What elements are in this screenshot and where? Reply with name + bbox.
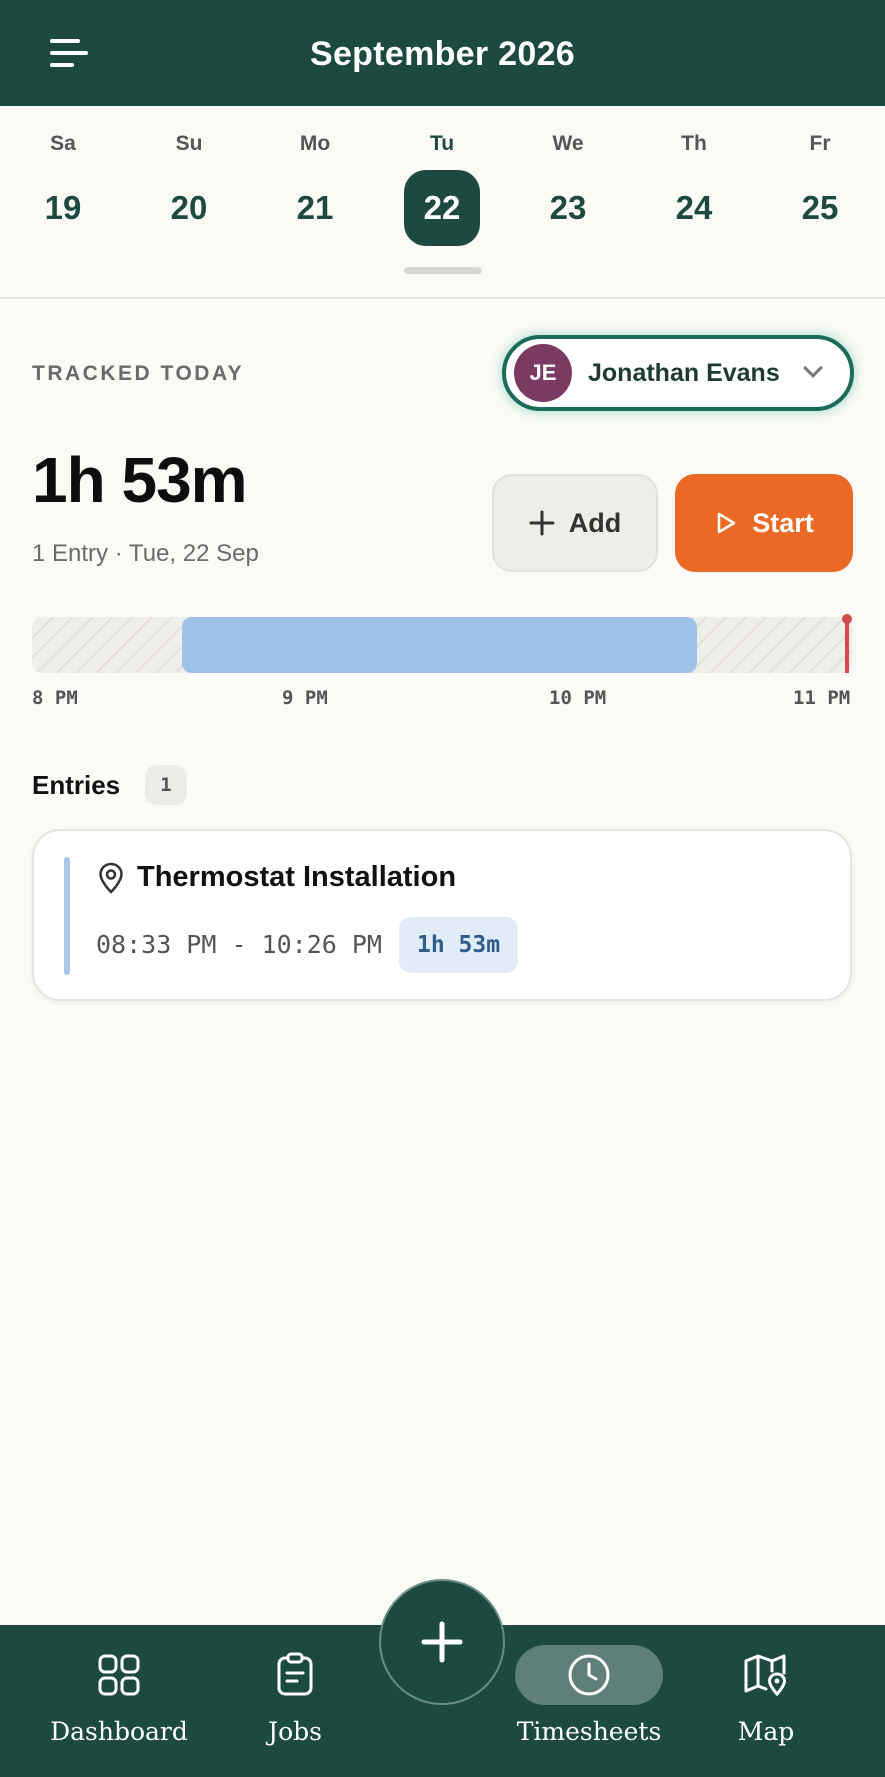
day-name: Th (681, 132, 707, 155)
timeline-tick: 8 PM (32, 687, 78, 709)
nav-timesheets[interactable]: Timesheets (509, 1625, 669, 1777)
day-name: Mo (299, 132, 331, 155)
day-name: We (552, 132, 584, 155)
play-icon (717, 512, 736, 534)
clock-icon (568, 1654, 610, 1696)
user-selector[interactable]: JE Jonathan Evans (502, 335, 854, 411)
tracked-total: 1h 53m (32, 444, 248, 516)
nav-dashboard[interactable]: Dashboard (39, 1625, 199, 1777)
chevron-down-icon (803, 358, 823, 378)
grid-icon (98, 1654, 140, 1696)
plus-icon (421, 1621, 463, 1663)
clipboard-icon (277, 1652, 313, 1696)
timeline-entry-block[interactable] (182, 617, 698, 673)
quick-add-button[interactable] (379, 1579, 505, 1705)
add-button-label: Add (568, 507, 622, 538)
nav-jobs[interactable]: Jobs (215, 1625, 375, 1777)
nav-label: Timesheets (516, 1717, 662, 1746)
start-button-label: Start (752, 507, 814, 538)
week-strip: Sa 19 Su 20 Mo 21 Tu 22 We 23 Th 24 Fr 2… (0, 106, 885, 299)
user-name: Jonathan Evans (588, 358, 780, 387)
app-header: September 2026 (0, 0, 885, 106)
tracked-subline: 1 Entry · Tue, 22 Sep (32, 540, 259, 567)
tracked-today-label: TRACKED TODAY (32, 362, 245, 385)
day-number: 23 (549, 189, 587, 226)
timeline-tick: 9 PM (282, 687, 328, 709)
day-number: 24 (675, 189, 713, 226)
nav-label: Dashboard (50, 1717, 188, 1746)
entry-duration-badge: 1h 53m (399, 917, 519, 973)
day-name: Sa (50, 132, 76, 155)
menu-icon[interactable] (50, 33, 94, 73)
day-name: Fr (809, 132, 831, 155)
day-number: 21 (296, 189, 334, 226)
day-number: 22 (404, 170, 480, 246)
day-number: 19 (44, 189, 82, 226)
entries-count-badge: 1 (145, 765, 187, 805)
entries-heading: Entries (32, 770, 121, 800)
start-timer-button[interactable]: Start (675, 474, 853, 572)
day-name: Su (175, 132, 203, 155)
avatar: JE (514, 344, 572, 402)
entry-color-bar (64, 857, 70, 975)
location-pin-icon (99, 862, 123, 894)
nav-label: Map (737, 1717, 795, 1746)
page-title: September 2026 (309, 34, 575, 73)
timeline-tick: 10 PM (549, 687, 607, 709)
entry-time-range: 08:33 PM - 10:26 PM (96, 930, 382, 959)
day-number: 25 (801, 189, 839, 226)
current-time-marker (845, 623, 849, 673)
day-number: 20 (170, 189, 208, 226)
plus-icon (529, 510, 555, 536)
entry-card[interactable]: Thermostat Installation 08:33 PM - 10:26… (32, 829, 852, 1001)
map-pin-icon (744, 1654, 787, 1697)
nav-map[interactable]: Map (686, 1625, 846, 1777)
timeline-tick: 11 PM (793, 687, 851, 709)
entry-title: Thermostat Installation (137, 861, 457, 893)
day-name: Tu (429, 132, 455, 155)
nav-label: Jobs (268, 1717, 322, 1746)
add-entry-button[interactable]: Add (492, 474, 658, 572)
selected-day-indicator (404, 267, 482, 274)
day-timeline (32, 617, 852, 673)
